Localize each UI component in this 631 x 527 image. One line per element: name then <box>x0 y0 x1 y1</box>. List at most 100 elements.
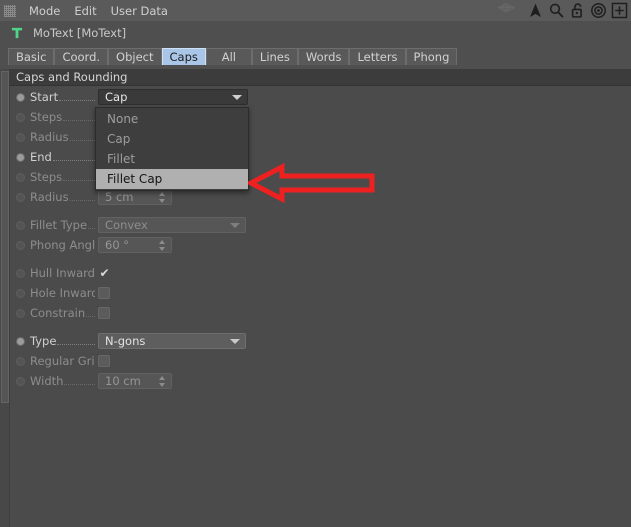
row-end-radius-field-cell: 5 cm <box>95 189 631 205</box>
type-combo[interactable]: N-gons <box>98 333 246 349</box>
menu-item-user-data[interactable]: User Data <box>104 2 175 20</box>
motext-t-icon <box>11 27 23 39</box>
plus-box-icon[interactable] <box>611 2 628 19</box>
row-constrain-label-cell: Constrain <box>9 306 95 320</box>
row-width-label: Width <box>30 374 64 388</box>
leader-dots <box>57 343 95 345</box>
animation-dot-icon[interactable] <box>16 268 25 278</box>
dropdown-option-fillet[interactable]: Fillet <box>96 149 248 169</box>
tab-coord[interactable]: Coord. <box>54 48 109 65</box>
animation-dot-icon[interactable] <box>16 192 25 202</box>
hull-inwards-checkbox[interactable]: ✔ <box>98 267 111 280</box>
row-start: Start Cap <box>9 87 631 107</box>
fillet-type-combo[interactable]: Convex <box>98 217 246 233</box>
animation-dot-icon[interactable] <box>16 336 25 346</box>
regular-grid-checkbox[interactable] <box>98 355 110 367</box>
animation-dot-icon[interactable] <box>16 220 25 230</box>
row-width: Width 10 cm <box>9 371 631 391</box>
row-hull-inwards: Hull Inwards ✔ <box>9 263 631 283</box>
row-width-field-cell: 10 cm <box>95 373 631 389</box>
animation-dot-icon[interactable] <box>16 376 25 386</box>
animation-dot-icon[interactable] <box>16 132 25 142</box>
row-hull-inwards-label-cell: Hull Inwards <box>9 266 95 280</box>
row-constrain: Constrain <box>9 303 631 323</box>
grid-handle-icon[interactable] <box>4 4 16 17</box>
tab-lines[interactable]: Lines <box>251 48 298 65</box>
row-hull-inwards-label: Hull Inwards <box>30 266 95 280</box>
animation-dot-icon[interactable] <box>16 356 25 366</box>
row-spacer <box>9 207 631 215</box>
row-type: Type N-gons <box>9 331 631 351</box>
row-hull-inwards-field-cell: ✔ <box>95 267 631 280</box>
row-type-label-cell: Type <box>9 334 95 348</box>
tab-letters[interactable]: Letters <box>349 48 406 65</box>
menu-item-mode[interactable]: Mode <box>22 2 67 20</box>
row-end-radius-label-cell: Radius <box>9 190 95 204</box>
tab-words[interactable]: Words <box>297 48 350 65</box>
phong-angle-input[interactable]: 60 ° <box>98 237 172 253</box>
constrain-checkbox[interactable] <box>98 307 110 319</box>
animation-dot-icon[interactable] <box>16 308 25 318</box>
stepper-icon[interactable] <box>158 192 165 203</box>
row-type-label: Type <box>30 334 57 348</box>
tab-basic[interactable]: Basic <box>8 48 55 65</box>
chevron-down-icon <box>232 95 242 100</box>
target-circle-icon[interactable] <box>590 2 607 19</box>
eye-wireframe-icon[interactable] <box>489 2 523 19</box>
row-hole-inwards-label-cell: Hole Inwards <box>9 286 95 300</box>
animation-dot-icon[interactable] <box>16 240 25 250</box>
tab-caps[interactable]: Caps <box>161 48 206 65</box>
row-regular-grid: Regular Grid <box>9 351 631 371</box>
leader-dots <box>52 159 95 161</box>
end-radius-input[interactable]: 5 cm <box>98 189 172 205</box>
row-regular-grid-label-cell: Regular Grid <box>9 354 95 368</box>
panel-scrollbar-thumb[interactable] <box>1 71 9 403</box>
tab-object[interactable]: Object <box>108 48 162 65</box>
row-fillet-type-field-cell: Convex <box>95 217 631 233</box>
leader-dots <box>64 383 95 385</box>
end-radius-value: 5 cm <box>105 190 134 204</box>
dropdown-option-none[interactable]: None <box>96 109 248 129</box>
object-title: MoText [MoText] <box>33 26 127 40</box>
stepper-icon[interactable] <box>158 376 165 387</box>
magnifier-icon[interactable] <box>548 2 565 19</box>
row-spacer <box>9 323 631 331</box>
row-start-field-cell: Cap <box>95 89 631 105</box>
leader-dots <box>59 99 95 101</box>
animation-dot-icon[interactable] <box>16 288 25 298</box>
row-end-label-cell: End <box>9 150 95 164</box>
row-fillet-type: Fillet Type Convex <box>9 215 631 235</box>
tab-phong[interactable]: Phong <box>405 48 458 65</box>
cursor-arrow-icon[interactable] <box>527 2 544 19</box>
row-end-radius-label: Radius <box>30 190 69 204</box>
row-hole-inwards: Hole Inwards <box>9 283 631 303</box>
row-hole-inwards-field-cell <box>95 287 631 299</box>
dropdown-option-cap[interactable]: Cap <box>96 129 248 149</box>
leader-dots <box>63 119 95 121</box>
animation-dot-icon[interactable] <box>16 92 25 102</box>
row-spacer <box>9 255 631 263</box>
row-end-steps-label: Steps <box>30 170 63 184</box>
cinema4d-attributes-window: Mode Edit User Data MoText [MoText] Basi… <box>0 0 631 527</box>
row-width-label-cell: Width <box>9 374 95 388</box>
attribute-tab-strip: Basic Coord. Object Caps All Lines Words… <box>0 45 631 69</box>
leader-dots <box>69 199 95 201</box>
width-input[interactable]: 10 cm <box>98 373 172 389</box>
hole-inwards-checkbox[interactable] <box>98 287 110 299</box>
menu-item-edit[interactable]: Edit <box>67 2 103 20</box>
stepper-icon[interactable] <box>158 240 165 251</box>
animation-dot-icon[interactable] <box>16 152 25 162</box>
row-start-radius-label: Radius <box>30 130 69 144</box>
row-type-field-cell: N-gons <box>95 333 631 349</box>
animation-dot-icon[interactable] <box>16 172 25 182</box>
row-start-label: Start <box>30 90 59 104</box>
row-start-steps-label-cell: Steps <box>9 110 95 124</box>
leader-dots <box>88 227 95 229</box>
tab-all[interactable]: All <box>205 48 252 65</box>
row-constrain-label: Constrain <box>30 306 86 320</box>
animation-dot-icon[interactable] <box>16 112 25 122</box>
dropdown-option-fillet-cap[interactable]: Fillet Cap <box>96 169 248 189</box>
start-cap-dropdown-menu[interactable]: None Cap Fillet Fillet Cap <box>95 107 249 191</box>
start-cap-combo[interactable]: Cap <box>98 89 248 105</box>
unlock-padlock-icon[interactable] <box>569 2 586 19</box>
